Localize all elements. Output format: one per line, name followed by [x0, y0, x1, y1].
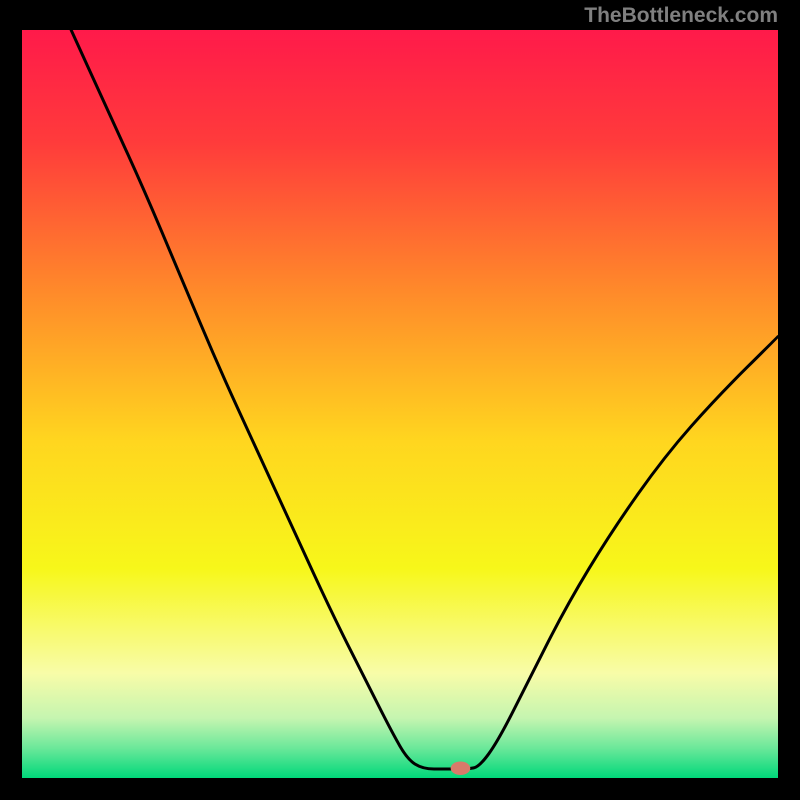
chart-background	[22, 30, 778, 778]
optimal-marker	[451, 762, 471, 775]
watermark-text: TheBottleneck.com	[584, 4, 778, 28]
chart-container: TheBottleneck.com	[0, 0, 800, 800]
plot-area	[22, 30, 778, 778]
chart-svg	[22, 30, 778, 778]
